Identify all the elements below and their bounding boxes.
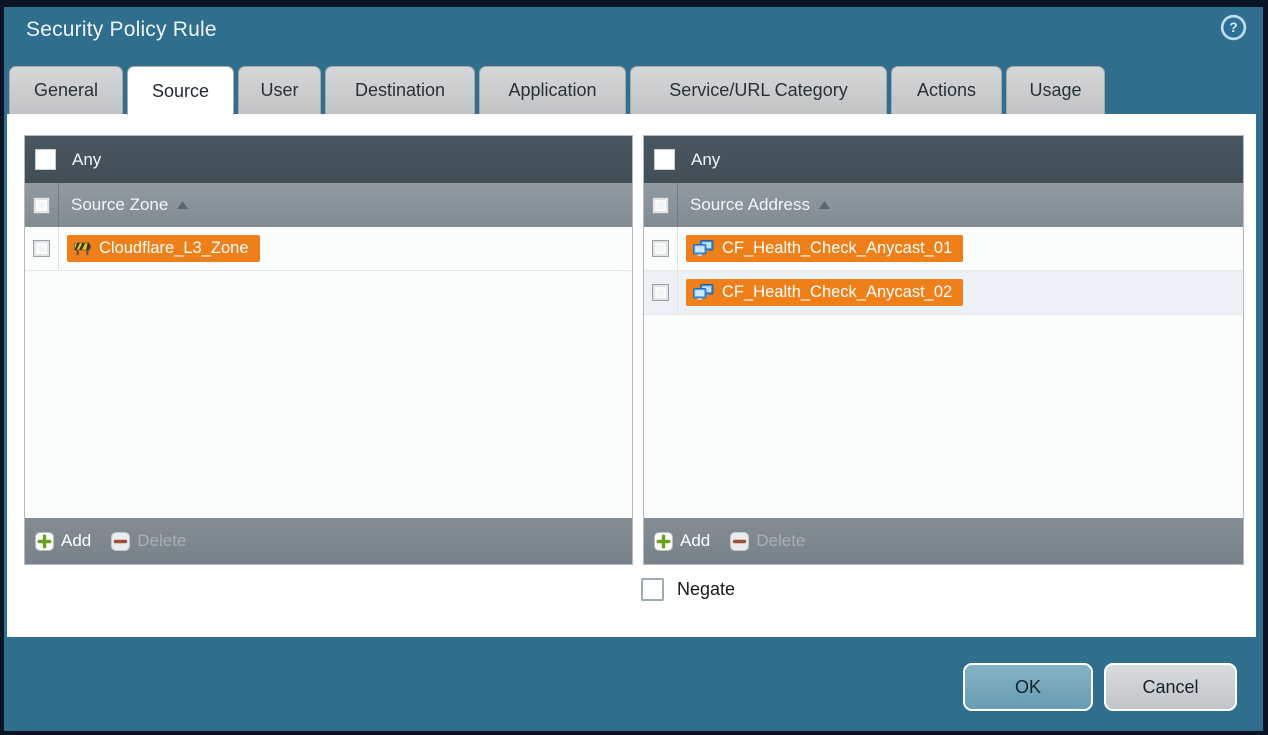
tab-general[interactable]: General <box>9 66 123 114</box>
source-zone-any-checkbox[interactable] <box>35 149 56 170</box>
source-address-header-label: Source Address <box>690 195 810 215</box>
source-address-add-label: Add <box>680 531 710 551</box>
source-zone-panel: Any Source Zone <box>24 135 633 565</box>
plus-icon <box>654 532 673 551</box>
negate-row: Negate <box>641 578 735 601</box>
source-zone-column-header[interactable]: Source Zone <box>25 183 632 227</box>
source-zone-entry[interactable]: Cloudflare_L3_Zone <box>67 235 260 262</box>
security-policy-rule-dialog: Security Policy Rule ? General Source Us… <box>4 7 1263 731</box>
plus-icon <box>35 532 54 551</box>
source-zone-any-bar: Any <box>25 136 632 183</box>
source-address-any-checkbox[interactable] <box>654 149 675 170</box>
source-zone-add-button[interactable]: Add <box>35 531 91 551</box>
help-icon[interactable]: ? <box>1220 14 1247 41</box>
row-checkbox[interactable] <box>652 240 669 257</box>
table-row: CF_Health_Check_Anycast_02 <box>644 271 1243 315</box>
address-icon <box>693 240 714 257</box>
tab-source[interactable]: Source <box>127 66 234 115</box>
ok-button[interactable]: OK <box>963 663 1093 711</box>
tab-destination[interactable]: Destination <box>325 66 475 114</box>
tab-application[interactable]: Application <box>479 66 626 114</box>
source-address-add-button[interactable]: Add <box>654 531 710 551</box>
tab-user[interactable]: User <box>238 66 321 114</box>
tab-actions[interactable]: Actions <box>891 66 1002 114</box>
source-zone-delete-label: Delete <box>137 531 186 551</box>
sort-asc-icon <box>819 201 830 209</box>
source-address-list: CF_Health_Check_Anycast_01 <box>644 227 1243 518</box>
source-address-entry-label: CF_Health_Check_Anycast_01 <box>722 239 952 258</box>
negate-label: Negate <box>677 579 735 600</box>
source-address-delete-label: Delete <box>756 531 805 551</box>
minus-icon <box>730 532 749 551</box>
source-address-entry-1[interactable]: CF_Health_Check_Anycast_01 <box>686 235 963 262</box>
source-address-column-header[interactable]: Source Address <box>644 183 1243 227</box>
source-zone-toolbar: Add Delete <box>25 518 632 564</box>
minus-icon <box>111 532 130 551</box>
source-address-entry-2[interactable]: CF_Health_Check_Anycast_02 <box>686 279 963 306</box>
source-zone-delete-button[interactable]: Delete <box>111 531 186 551</box>
tab-bar: General Source User Destination Applicat… <box>9 66 1105 114</box>
tab-service-url-category[interactable]: Service/URL Category <box>630 66 887 114</box>
source-zone-header-label: Source Zone <box>71 195 168 215</box>
source-address-any-label: Any <box>691 150 720 170</box>
source-address-panel: Any Source Address <box>643 135 1244 565</box>
dialog-title: Security Policy Rule <box>26 18 217 42</box>
source-address-any-bar: Any <box>644 136 1243 183</box>
address-icon <box>693 284 714 301</box>
zone-icon <box>74 241 91 256</box>
window-frame: Security Policy Rule ? General Source Us… <box>0 0 1268 735</box>
table-row: CF_Health_Check_Anycast_01 <box>644 227 1243 271</box>
source-address-toolbar: Add Delete <box>644 518 1243 564</box>
tab-usage[interactable]: Usage <box>1006 66 1105 114</box>
source-zone-add-label: Add <box>61 531 91 551</box>
source-zone-any-label: Any <box>72 150 101 170</box>
source-zone-select-all-checkbox[interactable] <box>33 197 50 214</box>
tab-content-source: Any Source Zone <box>7 114 1256 637</box>
source-zone-entry-label: Cloudflare_L3_Zone <box>99 239 249 258</box>
cancel-button[interactable]: Cancel <box>1104 663 1237 711</box>
sort-asc-icon <box>177 201 188 209</box>
row-checkbox[interactable] <box>33 240 50 257</box>
row-checkbox[interactable] <box>652 284 669 301</box>
source-address-entry-label: CF_Health_Check_Anycast_02 <box>722 283 952 302</box>
table-row: Cloudflare_L3_Zone <box>25 227 632 271</box>
svg-text:?: ? <box>1229 20 1237 35</box>
negate-checkbox[interactable] <box>641 578 664 601</box>
source-zone-list: Cloudflare_L3_Zone <box>25 227 632 518</box>
source-address-delete-button[interactable]: Delete <box>730 531 805 551</box>
source-address-select-all-checkbox[interactable] <box>652 197 669 214</box>
